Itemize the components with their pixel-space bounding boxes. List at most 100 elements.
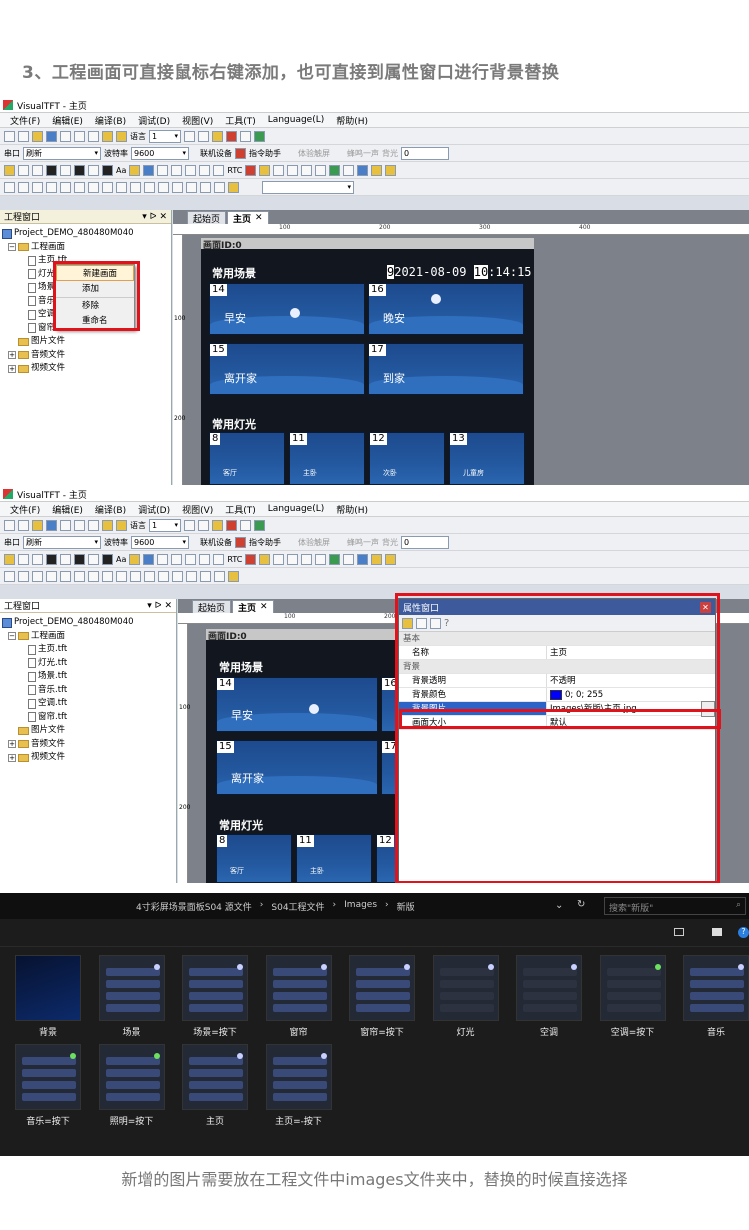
chevron-down-icon[interactable]: ⌄	[555, 900, 563, 911]
same-width-icon[interactable]	[88, 570, 99, 582]
tab-home[interactable]: 主页 ✕	[232, 600, 274, 614]
brush-icon[interactable]	[371, 164, 383, 176]
meter-icon[interactable]	[199, 164, 211, 176]
circle-icon[interactable]	[60, 164, 71, 176]
battery-icon[interactable]	[259, 164, 271, 176]
menu-build[interactable]: 编译(B)	[95, 114, 126, 127]
light-card[interactable]: 11 主卧	[289, 432, 365, 485]
center-v-icon[interactable]	[74, 570, 85, 582]
tree-screen-item[interactable]: 空调.tft	[2, 697, 174, 711]
select-icon[interactable]	[343, 553, 355, 565]
brush-icon[interactable]	[371, 553, 383, 565]
file-thumbnail[interactable]	[599, 955, 666, 1021]
same-size-icon[interactable]	[116, 181, 127, 193]
image-icon[interactable]	[129, 553, 141, 565]
assistant-button[interactable]: 指令助手	[249, 537, 281, 548]
button-icon[interactable]	[143, 553, 155, 565]
tree-project[interactable]: Project_DEMO_480480M040	[2, 616, 174, 630]
align-bottom-icon[interactable]	[46, 570, 57, 582]
menu-edit[interactable]: 编辑(E)	[52, 114, 83, 127]
menu-build[interactable]: 编译(B)	[95, 503, 126, 516]
scene-card[interactable]: 15 离开家	[209, 343, 365, 395]
center-h-icon[interactable]	[60, 570, 71, 582]
close-icon[interactable]: ✕	[260, 602, 268, 612]
lock-icon[interactable]	[102, 519, 113, 531]
snap-icon[interactable]	[228, 570, 239, 582]
fill-rect-icon[interactable]	[46, 553, 57, 565]
color-icon[interactable]	[385, 164, 397, 176]
zoom-in-icon[interactable]	[186, 181, 197, 193]
grid-icon[interactable]	[315, 164, 327, 176]
video-icon[interactable]	[357, 164, 369, 176]
run-icon[interactable]	[254, 519, 265, 531]
connect-button[interactable]: 联机设备	[200, 537, 232, 548]
tree-video-folder[interactable]: + 视频文件	[2, 751, 174, 765]
breadcrumb-item[interactable]: 新版	[397, 900, 415, 913]
rtc-tool[interactable]: RTC	[227, 555, 242, 564]
tab-start-page[interactable]: 起始页	[187, 211, 227, 225]
front-icon[interactable]	[158, 181, 169, 193]
menu-language[interactable]: Language(L)	[268, 504, 324, 514]
qr-icon[interactable]	[329, 553, 341, 565]
button-icon[interactable]	[143, 164, 155, 176]
experience-button[interactable]: 体验触屏	[298, 148, 330, 159]
breadcrumb-item[interactable]: S04工程文件	[271, 900, 324, 913]
align-left-icon[interactable]	[4, 181, 15, 193]
center-h-icon[interactable]	[60, 181, 71, 193]
help-icon[interactable]: ?	[738, 927, 749, 938]
fill-rect-icon[interactable]	[46, 164, 57, 176]
scene-card[interactable]: 15 离开家	[216, 740, 378, 795]
download-icon[interactable]	[240, 130, 251, 142]
fill-ellipse-icon[interactable]	[102, 164, 113, 176]
menu-edit[interactable]: 编辑(E)	[52, 503, 83, 516]
light-card[interactable]: 13 儿童房	[449, 432, 525, 485]
port-select[interactable]: 刷新 ▾	[23, 535, 101, 549]
paste-icon[interactable]	[88, 519, 99, 531]
video-icon[interactable]	[357, 553, 369, 565]
slider-icon[interactable]	[185, 164, 197, 176]
file-thumbnail[interactable]	[349, 955, 415, 1021]
new-icon[interactable]	[4, 130, 15, 142]
menu-help[interactable]: 帮助(H)	[336, 114, 368, 127]
grid-icon[interactable]	[315, 553, 327, 565]
menu-file[interactable]: 文件(F)	[10, 114, 40, 127]
menu-tools[interactable]: 工具(T)	[225, 503, 256, 516]
animation-icon[interactable]	[245, 553, 257, 565]
textbox-icon[interactable]	[157, 553, 169, 565]
menu-help[interactable]: 帮助(H)	[336, 503, 368, 516]
center-v-icon[interactable]	[74, 181, 85, 193]
snap-icon[interactable]	[228, 181, 239, 193]
back-icon[interactable]	[172, 570, 183, 582]
language-icon[interactable]	[116, 519, 127, 531]
redo-icon[interactable]	[198, 519, 209, 531]
rtc-tool[interactable]: RTC	[227, 166, 242, 175]
cut-icon[interactable]	[60, 519, 71, 531]
screen-canvas[interactable]: 画面ID:0 常用场景 92021-08-09 10:14:15 14 早安 16…	[201, 238, 534, 485]
debug-icon[interactable]	[226, 130, 237, 142]
connect-button[interactable]: 联机设备	[200, 148, 232, 159]
align-bottom-icon[interactable]	[46, 181, 57, 193]
align-right-icon[interactable]	[18, 181, 29, 193]
align-left-icon[interactable]	[4, 570, 15, 582]
space-h-icon[interactable]	[130, 181, 141, 193]
screen-canvas[interactable]: 画面ID:0 常用场景 14 早安 16 15 离开家 17 常用灯光 8 客厅 11…	[206, 629, 406, 883]
experience-button[interactable]: 体验触屏	[298, 537, 330, 548]
ellipse-icon[interactable]	[88, 553, 99, 565]
light-card[interactable]: 12 次卧	[369, 432, 445, 485]
folder-icon[interactable]	[32, 519, 43, 531]
language-icon[interactable]	[116, 130, 127, 142]
pointer-icon[interactable]	[4, 553, 15, 565]
new-icon[interactable]	[4, 519, 15, 531]
progress-icon[interactable]	[171, 164, 183, 176]
text-tool[interactable]: Aa	[116, 555, 126, 564]
tree-images-folder[interactable]: 图片文件	[2, 335, 169, 349]
menu-tools[interactable]: 工具(T)	[225, 114, 256, 127]
open-icon[interactable]	[18, 519, 29, 531]
same-height-icon[interactable]	[102, 181, 113, 193]
tree-audio-folder[interactable]: + 音频文件	[2, 738, 174, 752]
panel-pin-close-icons[interactable]: ▾ ᐅ ✕	[147, 601, 172, 611]
open-icon[interactable]	[18, 130, 29, 142]
curve-icon[interactable]	[273, 164, 285, 176]
slider-icon[interactable]	[185, 553, 197, 565]
debug-icon[interactable]	[226, 519, 237, 531]
